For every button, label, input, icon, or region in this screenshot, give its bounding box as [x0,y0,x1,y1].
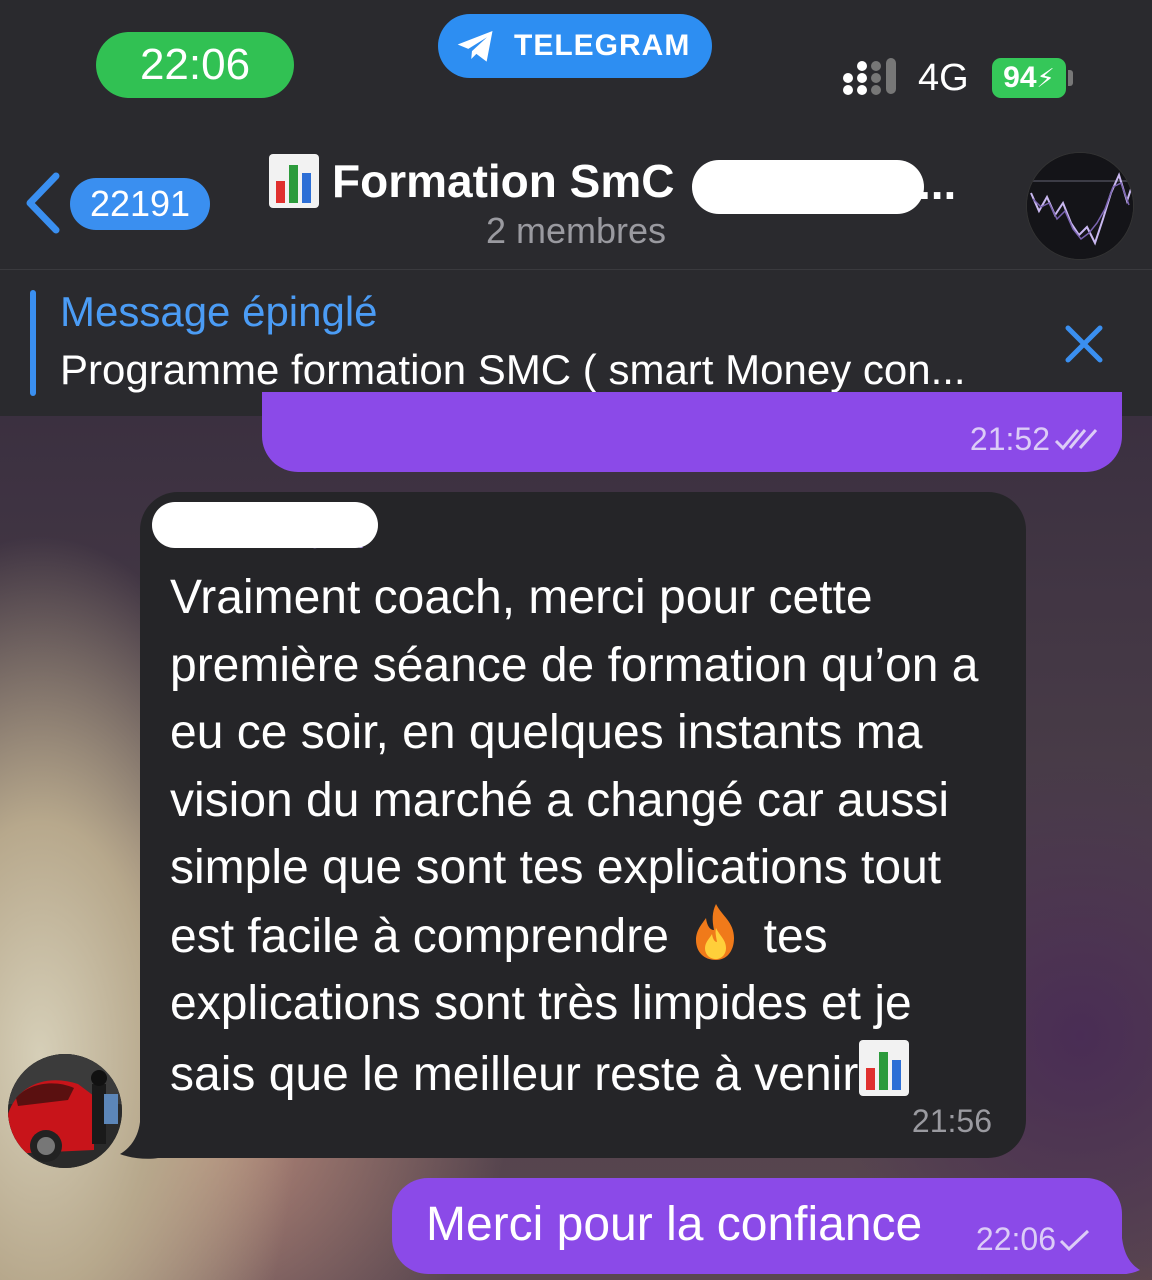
chat-subtitle: 2 membres [485,210,667,251]
bar-chart-emoji-icon [859,1039,910,1096]
message-time: 21:52 [969,421,1050,457]
redaction-mark [152,502,378,548]
redaction-mark [692,160,924,214]
status-time[interactable]: 22:06 [96,32,294,98]
battery-tip [1068,70,1073,86]
pinned-text: Programme formation SMC ( smart Money co… [60,346,966,393]
avatar-car-photo-icon [8,1054,122,1168]
network-type: 4G [918,57,969,99]
cellular-signal-icon [843,58,896,95]
fire-emoji-icon [696,903,735,960]
bubble-tail [1106,1238,1140,1274]
incoming-message[interactable]: ann Vraiment coach, merci pour cette pre… [140,492,1026,1158]
chart-thumbnail-icon [1027,153,1133,259]
telegram-plane-icon [457,30,493,62]
pinned-accent-line [30,290,36,396]
return-to-telegram-pill[interactable]: TELEGRAM [438,14,712,78]
double-check-icon [1054,428,1098,450]
bar-chart-emoji-icon [269,154,319,208]
pinned-title: Message épinglé [60,288,378,335]
battery-indicator: 94⚡ [992,58,1066,98]
title-ellipsis: ... [918,157,957,209]
status-bar: 22:06 TELEGRAM 4G 94⚡ [0,0,1152,130]
app-pill-label: TELEGRAM [514,29,691,62]
sender-avatar[interactable] [8,1054,122,1168]
message-text: Vraiment coach, merci pour cette premièr… [170,564,1010,1108]
message-text: Merci pour la confiance [426,1198,923,1251]
outgoing-message[interactable]: Merci pour la confiance 22:06 [392,1178,1122,1274]
bubble-tail [120,1122,158,1159]
outgoing-message[interactable]: 21:52 [262,392,1122,472]
chat-header: 22191 Formation SmC ... 2 membres [0,130,1152,270]
close-icon[interactable] [1062,322,1106,366]
group-avatar[interactable] [1026,152,1134,260]
message-meta: 21:52 [970,421,1100,458]
message-text-part: Vraiment coach, merci pour cette premièr… [170,571,979,963]
chat-title-row[interactable]: Formation SmC [268,150,674,212]
charging-bolt-icon: ⚡ [1036,63,1055,93]
message-meta: 22:06 [976,1221,1092,1258]
message-time: 22:06 [975,1221,1056,1257]
battery-level: 94 [1003,61,1037,94]
chat-title: Formation SmC [332,155,675,207]
single-check-icon [1059,1229,1090,1251]
message-time: 21:56 [911,1103,992,1139]
